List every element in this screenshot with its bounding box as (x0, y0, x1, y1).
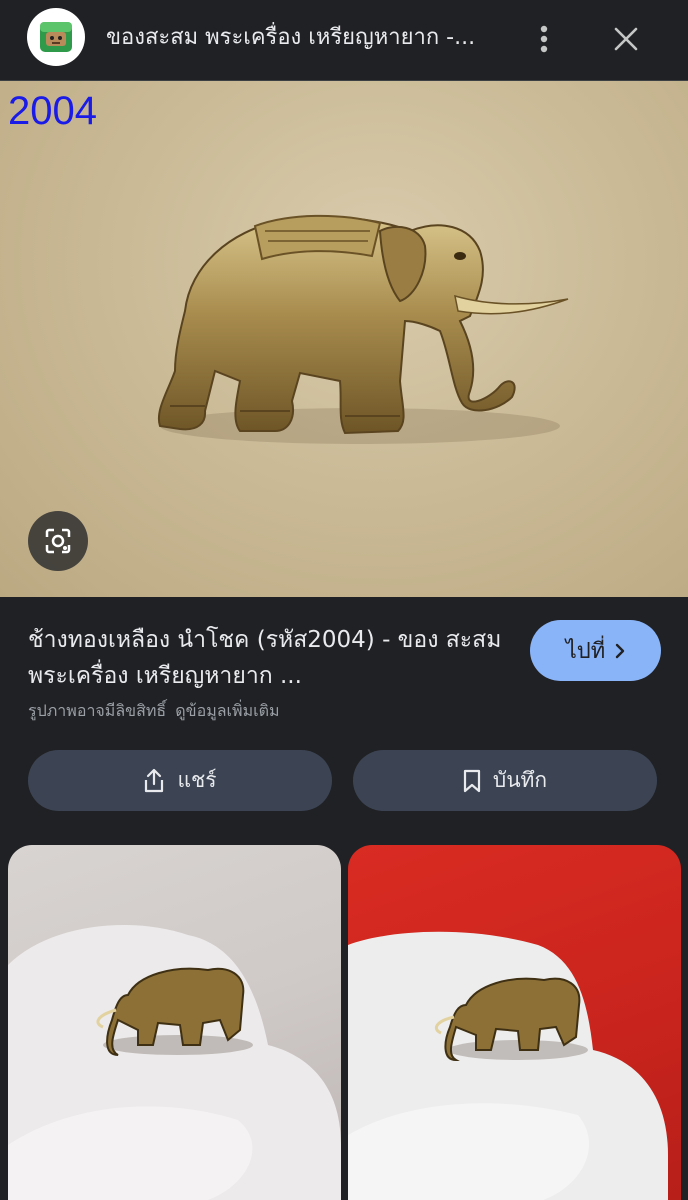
save-label: บันทึก (492, 768, 548, 792)
chevron-right-icon (616, 643, 625, 658)
close-icon (614, 27, 638, 51)
bookmark-icon (463, 769, 480, 792)
more-options-button[interactable] (522, 17, 566, 61)
copyright-text: รูปภาพอาจมีลิขสิทธิ์ (28, 701, 167, 720)
brass-elephant-figure (157, 214, 569, 444)
copyright-notice: รูปภาพอาจมีลิขสิทธิ์ ดูข้อมูลเพิ่มเติม (28, 699, 280, 724)
elephant-amulet-in-hand-red (348, 931, 668, 1200)
main-preview-image[interactable]: 2004 (0, 81, 688, 597)
visit-button[interactable]: ไปที่ (530, 620, 661, 681)
page-source-title[interactable]: ของสะสม พระเครื่อง เหรียญหายาก -... (106, 22, 506, 54)
close-button[interactable] (604, 17, 648, 61)
visit-button-label: ไปที่ (565, 639, 606, 664)
header-bar: ของสะสม พระเครื่อง เหรียญหายาก -... (0, 0, 688, 81)
share-label: แชร์ (177, 768, 217, 792)
related-image-2[interactable] (348, 845, 681, 1200)
more-info-link[interactable]: ดูข้อมูลเพิ่มเติม (175, 701, 279, 720)
result-title[interactable]: ช้างทองเหลือง นำโชค (รหัส2004) - ของ สะส… (28, 622, 508, 694)
site-logo[interactable] (27, 8, 85, 66)
related-image-1[interactable] (8, 845, 341, 1200)
elephant-amulet-in-hand-gray (8, 925, 341, 1200)
more-vert-icon (540, 25, 548, 53)
share-icon (145, 768, 164, 792)
share-button[interactable]: แชร์ (28, 750, 332, 811)
site-logo-icon (40, 22, 72, 52)
save-button[interactable]: บันทึก (353, 750, 657, 811)
google-lens-button[interactable] (28, 511, 88, 571)
google-lens-icon (45, 528, 71, 554)
